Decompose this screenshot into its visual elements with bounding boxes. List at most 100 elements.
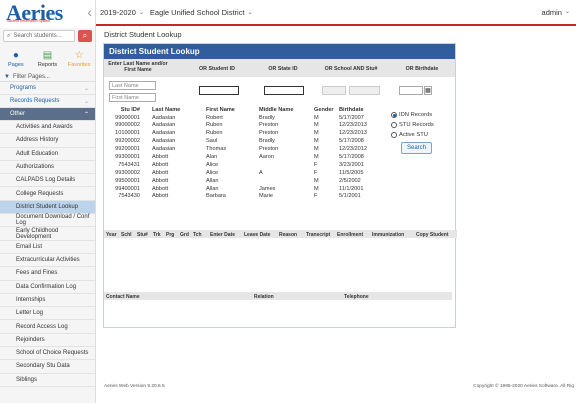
table-cell: Abbott [152, 185, 169, 192]
column-header: Trk [153, 231, 161, 238]
table-row[interactable]: 99000002 Aadasian Ruben Preston M 12/23/2013 [104, 122, 387, 130]
sidebar-item[interactable]: Record Access Log [0, 320, 95, 334]
table-cell: James [259, 185, 276, 192]
collapse-sidebar-icon[interactable]: ‹ [87, 4, 92, 20]
radio-button[interactable] [391, 132, 397, 138]
table-row[interactable]: 99300002 Abbott Alice A F 11/5/2005 [104, 170, 387, 178]
table-cell: 99500001 [115, 177, 140, 184]
sidebar-item[interactable]: Authorizations [0, 160, 95, 175]
column-header: Stu ID# [120, 107, 140, 113]
sidebar-item[interactable]: CALPADS Log Details [0, 174, 95, 188]
table-cell: M [314, 122, 319, 129]
student-search-input[interactable]: ⌕ Search students... [3, 30, 75, 42]
filter-icon: ▼ [4, 73, 10, 80]
copyright-text: Copyright © 1995-2020 Aeries Software. A… [473, 384, 574, 389]
aeries-logo[interactable]: Aeries Student Information System ‹ [0, 0, 95, 28]
table-cell: Bradly [259, 114, 275, 121]
sidebar-item[interactable]: Activities and Awards [0, 121, 95, 135]
table-row[interactable]: 99200002 Aadasian Saul Bradly M 5/17/2008 [104, 138, 387, 146]
table-row[interactable]: 7543431 Abbott Alice F 3/23/2001 [104, 162, 387, 170]
calendar-icon[interactable]: ▦ [424, 86, 432, 95]
page-title: District Student Lookup [104, 30, 182, 39]
table-row[interactable]: 99000001 Aadasian Robert Bradly M 5/17/2007 [104, 115, 387, 123]
radio-label: Active STU [399, 132, 428, 138]
sidebar-category-records-requests[interactable]: Records Requests ⌄ [0, 95, 95, 108]
table-cell: 2/5/2002 [339, 177, 361, 184]
table-cell: 5/17/2008 [339, 138, 364, 145]
sidebar-item[interactable]: Data Confirmation Log [0, 280, 95, 294]
tab-favorites[interactable]: ☆ Favorites [63, 46, 95, 72]
table-cell: 11/5/2005 [339, 169, 364, 176]
table-cell: Barbara [206, 193, 226, 200]
sidebar-item[interactable]: School of Choice Requests [0, 347, 95, 361]
radio-active-stu[interactable]: Active STU [391, 130, 434, 140]
student-id-input[interactable] [199, 86, 239, 95]
search-button[interactable]: ⌕ [78, 30, 92, 42]
table-row[interactable]: 99400001 Abbott Allan James M 11/1/2001 [104, 186, 387, 194]
column-header: Transcript [306, 231, 331, 238]
table-row[interactable]: 99500001 Abbott Allan M 2/5/2002 [104, 178, 387, 186]
last-name-input[interactable]: Last Name [109, 81, 156, 90]
radio-idn-records[interactable]: IDN Records [391, 110, 434, 120]
radio-button[interactable] [391, 112, 397, 118]
radio-button[interactable] [391, 122, 397, 128]
sidebar-item[interactable]: Adult Education [0, 147, 95, 161]
table-cell: 99000002 [115, 122, 140, 129]
school-year-select[interactable]: 2019-2020 ⌄ [100, 8, 144, 17]
table-cell: 7543431 [118, 161, 140, 168]
column-header: Stu# [137, 231, 148, 238]
table-cell: 99200001 [115, 146, 140, 153]
sidebar-item[interactable]: Extracurricular Activities [0, 253, 95, 268]
column-header: Relation [254, 293, 274, 300]
sidebar-item[interactable]: Fees and Fines [0, 267, 95, 281]
column-header: Gender [314, 107, 334, 113]
first-name-input[interactable]: First Name [109, 93, 156, 102]
panel-header: District Student Lookup [104, 44, 455, 59]
table-cell: Aadasian [152, 138, 176, 145]
lookup-search-button[interactable]: Search [401, 142, 432, 154]
student-search-placeholder: Search students... [13, 33, 62, 39]
school-input[interactable] [322, 86, 346, 95]
sidebar-item[interactable]: Secondary Stu Data [0, 360, 95, 374]
sidebar-item[interactable]: Email List [0, 240, 95, 254]
filter-pages-input[interactable]: ▼ Filter Pages... [0, 72, 95, 82]
district-select[interactable]: Eagle Unified School District ⌄ [150, 8, 253, 17]
table-cell: F [314, 161, 318, 168]
sidebar-item[interactable]: Document Download / Conf Log [0, 214, 95, 228]
sidebar-item[interactable]: Address History [0, 134, 95, 148]
sidebar-item[interactable]: Rejoinders [0, 333, 95, 348]
school-stu-label: OR School AND Stu# [324, 66, 378, 72]
pages-icon: ● [12, 49, 19, 61]
birthdate-input[interactable] [399, 86, 423, 95]
table-cell: 5/1/2001 [339, 193, 361, 200]
sidebar-item[interactable]: College Requests [0, 187, 95, 201]
nav-tabs: ● Pages ▤ Reports ☆ Favorites [0, 46, 95, 72]
table-row[interactable]: 99300001 Abbott Alan Aaron M 5/17/2008 [104, 154, 387, 162]
chevron-down-icon: ⌄ [83, 85, 89, 92]
sidebar-item[interactable]: Internships [0, 293, 95, 308]
school-year-value: 2019-2020 [100, 7, 136, 17]
table-row[interactable]: 10100001 Aadasian Ruben Preston M 12/23/2013 [104, 130, 387, 138]
user-menu[interactable]: admin ⌄ [542, 8, 570, 17]
column-header: Middle Name [259, 107, 294, 113]
table-cell: 12/23/2013 [339, 130, 367, 137]
table-cell: Alice [206, 169, 219, 176]
tab-pages[interactable]: ● Pages [0, 46, 32, 72]
table-cell: Preston [259, 122, 279, 129]
table-cell: F [314, 193, 318, 200]
sidebar-category-programs[interactable]: Programs ⌄ [0, 82, 95, 95]
tab-reports[interactable]: ▤ Reports [32, 46, 64, 72]
sidebar-item[interactable]: Letter Log [0, 307, 95, 321]
sidebar-item-active[interactable]: District Student Lookup [0, 200, 95, 215]
table-cell: 3/23/2001 [339, 161, 364, 168]
district-value: Eagle Unified School District [149, 7, 245, 17]
radio-stu-records[interactable]: STU Records [391, 120, 434, 130]
column-header: Contact Name [106, 293, 140, 300]
table-row[interactable]: 99200001 Aadasian Thomas Preston M 12/23/2012 [104, 146, 387, 154]
table-row[interactable]: 7543430 Abbott Barbara Marie F 5/1/2001 [104, 193, 387, 201]
sidebar-category-other[interactable]: Other ⌃ [0, 108, 95, 121]
stu-number-input[interactable] [349, 86, 380, 95]
sidebar-item[interactable]: Siblings [0, 373, 95, 387]
state-id-input[interactable] [264, 86, 304, 95]
sidebar-item[interactable]: Early Childhood Development [0, 227, 95, 241]
